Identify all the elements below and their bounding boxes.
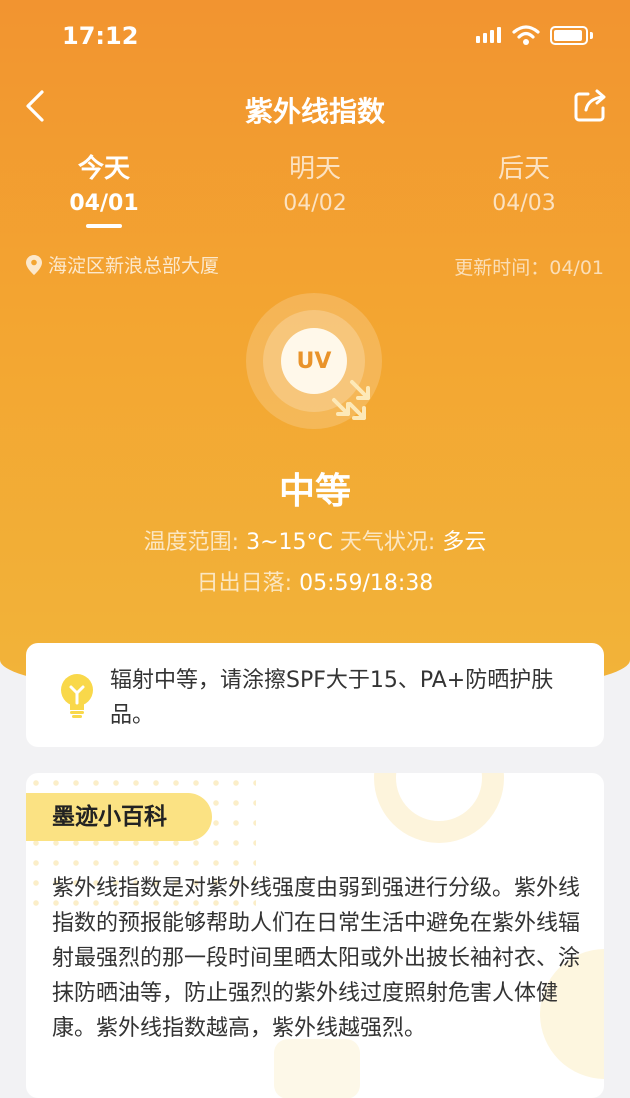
- battery-icon: [550, 26, 588, 45]
- encyclopedia-title: 墨迹小百科: [26, 793, 212, 841]
- tab-day-name: 今天: [77, 154, 130, 184]
- weather-value: 多云: [442, 530, 487, 555]
- status-bar: 17:12: [0, 0, 630, 70]
- battery-tip: [590, 32, 593, 39]
- uv-level: 中等: [278, 471, 351, 512]
- signal-icon: [476, 27, 501, 43]
- tab-day-date: 04/01: [69, 191, 139, 216]
- decorative-shape: [274, 1039, 360, 1098]
- tab-today[interactable]: 今天 04/01: [34, 152, 174, 220]
- lightbulb-icon: [58, 673, 96, 719]
- temp-value: 3~15°C: [246, 530, 333, 555]
- sunrise-sunset-info: 日出日落: 05:59/18:38: [0, 565, 630, 597]
- location-text: 海淀区新浪总部大厦: [48, 255, 220, 277]
- tab-day-after-tomorrow[interactable]: 后天 04/03: [454, 152, 594, 220]
- decorative-ring: [374, 773, 504, 843]
- encyclopedia-text: 紫外线指数是对紫外线强度由弱到强进行分级。紫外线指数的预报能够帮助人们在日常生活…: [52, 876, 581, 1041]
- location[interactable]: 海淀区新浪总部大厦: [26, 251, 219, 278]
- temp-label: 温度范围:: [143, 530, 240, 555]
- tab-day-date: 04/02: [283, 191, 347, 216]
- uv-weather-info: 温度范围: 3~15°C 天气状况: 多云: [0, 524, 630, 556]
- update-time: 更新时间：04/01: [454, 257, 604, 279]
- sun-value: 05:59/18:38: [299, 571, 434, 596]
- uv-rays-icon: [328, 378, 378, 430]
- tab-tomorrow[interactable]: 明天 04/02: [245, 152, 385, 220]
- tab-day-name: 后天: [497, 154, 550, 184]
- share-icon[interactable]: [570, 86, 610, 126]
- sun-label: 日出日落:: [196, 571, 293, 596]
- weather-label: 天气状况:: [339, 530, 436, 555]
- tab-day-name: 明天: [288, 154, 341, 184]
- tab-active-indicator: [86, 224, 122, 228]
- wifi-icon: [512, 24, 540, 50]
- encyclopedia-card: 墨迹小百科 紫外线指数是对紫外线强度由弱到强进行分级。紫外线指数的预报能够帮助人…: [26, 773, 604, 1098]
- tab-day-date: 04/03: [492, 191, 556, 216]
- location-pin-icon: [26, 254, 42, 275]
- advice-text: 辐射中等，请涂擦SPF大于15、PA+防晒护肤品。: [110, 668, 554, 728]
- page-title: 紫外线指数: [244, 95, 385, 128]
- advice-card: 辐射中等，请涂擦SPF大于15、PA+防晒护肤品。: [26, 643, 604, 747]
- status-time: 17:12: [62, 22, 139, 50]
